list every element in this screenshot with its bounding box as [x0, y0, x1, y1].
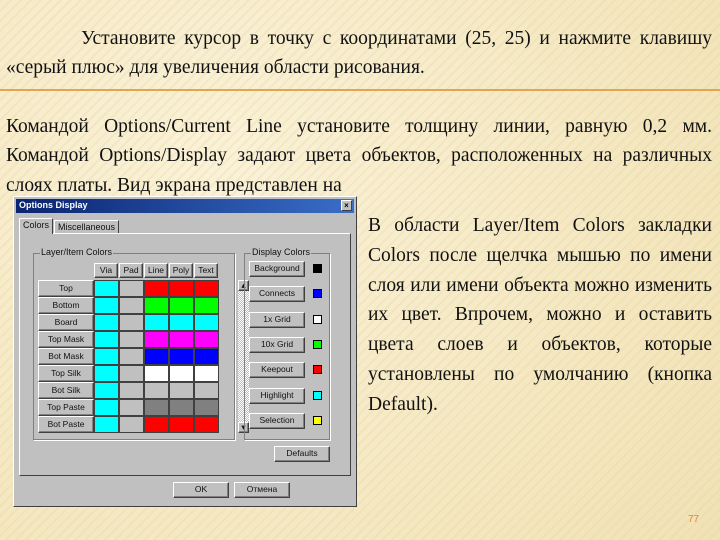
column-header-pad[interactable]: Pad: [119, 263, 143, 278]
color-cell-via[interactable]: [94, 399, 119, 416]
color-cell-via[interactable]: [94, 314, 119, 331]
tab-miscellaneous[interactable]: Miscellaneous: [54, 220, 120, 234]
color-cell-via[interactable]: [94, 280, 119, 297]
color-swatch: [313, 365, 322, 375]
color-swatch: [313, 339, 322, 349]
color-swatch: [313, 289, 322, 299]
color-cell-text[interactable]: [194, 348, 219, 365]
color-cell-poly[interactable]: [169, 297, 194, 314]
display-color-button[interactable]: Highlight: [249, 387, 305, 404]
options-display-dialog: Options Display × Colors Miscellaneous L…: [13, 196, 357, 507]
color-cell-poly[interactable]: [169, 280, 194, 297]
divider: [0, 89, 720, 91]
layer-button[interactable]: Bottom: [38, 297, 94, 314]
layer-button[interactable]: Top Silk: [38, 365, 94, 382]
color-cell-poly[interactable]: [169, 331, 194, 348]
display-color-button[interactable]: Connects: [249, 286, 305, 303]
color-swatch: [313, 264, 322, 273]
color-cell-via[interactable]: [94, 348, 119, 365]
color-cell-line[interactable]: [144, 297, 169, 314]
column-header-line[interactable]: Line: [144, 263, 168, 278]
color-cell-poly[interactable]: [169, 348, 194, 365]
layer-button[interactable]: Bot Mask: [38, 348, 94, 365]
color-cell-poly[interactable]: [169, 399, 194, 416]
color-cell-pad[interactable]: [119, 314, 144, 331]
close-icon[interactable]: ×: [341, 200, 352, 211]
layer-button[interactable]: Board: [38, 314, 94, 331]
color-cell-via[interactable]: [94, 297, 119, 314]
tab-colors[interactable]: Colors: [19, 218, 54, 234]
color-cell-text[interactable]: [194, 382, 219, 399]
color-cell-poly[interactable]: [169, 314, 194, 331]
color-cell-text[interactable]: [194, 399, 219, 416]
color-cell-text[interactable]: [194, 280, 219, 297]
color-cell-line[interactable]: [144, 280, 169, 297]
layer-button[interactable]: Top Mask: [38, 331, 94, 348]
layer-button[interactable]: Top Paste: [38, 399, 94, 416]
color-cell-via[interactable]: [94, 416, 119, 433]
color-cell-poly[interactable]: [169, 416, 194, 433]
tab-panel: Layer/Item Colors Via Pad Line Poly Text Top B…: [19, 233, 351, 476]
instruction-paragraph-2: Командой Options/Current Line установите…: [6, 116, 712, 196]
color-cell-text[interactable]: [194, 416, 219, 433]
display-colors-group: Display Colors Background Connects 1x Grid…: [244, 247, 330, 440]
dialog-title: Options Display: [19, 200, 88, 210]
color-cell-via[interactable]: [94, 331, 119, 348]
column-header-poly[interactable]: Poly: [169, 263, 193, 278]
ok-button[interactable]: OK: [173, 482, 229, 498]
color-cell-line[interactable]: [144, 331, 169, 348]
color-cell-pad[interactable]: [119, 348, 144, 365]
color-cell-text[interactable]: [194, 331, 219, 348]
color-cell-pad[interactable]: [119, 297, 144, 314]
instruction-paragraph-1: Установите курсор в точку с координатами…: [6, 28, 712, 79]
column-header-via[interactable]: Via: [94, 263, 118, 278]
color-cell-pad[interactable]: [119, 382, 144, 399]
layer-item-colors-group: Layer/Item Colors Via Pad Line Poly Text Top B…: [33, 247, 249, 440]
color-cell-poly[interactable]: [169, 365, 194, 382]
color-cell-pad[interactable]: [119, 365, 144, 382]
color-cell-text[interactable]: [194, 314, 219, 331]
color-cell-text[interactable]: [194, 365, 219, 382]
layer-button[interactable]: Top: [38, 280, 94, 297]
color-cell-poly[interactable]: [169, 382, 194, 399]
description-text: В области Layer/Item Colors закладки Col…: [368, 215, 712, 415]
group-label: Display Colors: [251, 247, 312, 257]
color-swatch: [313, 415, 322, 425]
color-cell-pad[interactable]: [119, 331, 144, 348]
display-color-button[interactable]: 1x Grid: [249, 311, 305, 328]
column-header-text[interactable]: Text: [194, 263, 218, 278]
color-cell-line[interactable]: [144, 399, 169, 416]
color-cell-pad[interactable]: [119, 280, 144, 297]
display-color-button[interactable]: Selection: [249, 412, 305, 429]
color-cell-line[interactable]: [144, 314, 169, 331]
display-color-button[interactable]: Background: [249, 261, 305, 277]
color-swatch: [313, 390, 322, 400]
group-label: Layer/Item Colors: [40, 247, 114, 257]
color-cell-line[interactable]: [144, 382, 169, 399]
color-cell-line[interactable]: [144, 416, 169, 433]
color-cell-line[interactable]: [144, 365, 169, 382]
dialog-title-bar: Options Display ×: [16, 199, 354, 213]
color-cell-line[interactable]: [144, 348, 169, 365]
color-cell-pad[interactable]: [119, 416, 144, 433]
color-cell-pad[interactable]: [119, 399, 144, 416]
color-swatch: [313, 314, 322, 324]
color-cell-via[interactable]: [94, 382, 119, 399]
cancel-button[interactable]: Отмена: [234, 482, 290, 498]
layer-button[interactable]: Bot Paste: [38, 416, 94, 433]
page-number: 77: [688, 514, 700, 525]
color-cell-text[interactable]: [194, 297, 219, 314]
display-color-button[interactable]: Keepout: [249, 362, 305, 379]
display-color-button[interactable]: 10x Grid: [249, 336, 305, 353]
layer-button[interactable]: Bot Silk: [38, 382, 94, 399]
defaults-button[interactable]: Defaults: [274, 446, 330, 462]
color-cell-via[interactable]: [94, 365, 119, 382]
